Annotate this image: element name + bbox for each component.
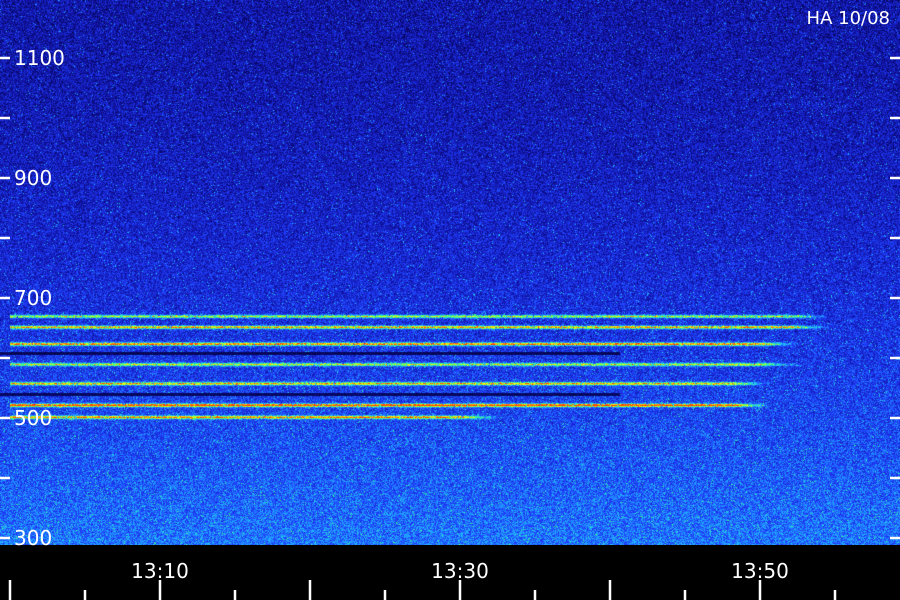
y-tick-label: 500 bbox=[14, 406, 52, 430]
spectrogram-chart: 1100 900 700 500 300 13:10 13:30 13:50 HA 10/0… bbox=[0, 0, 900, 600]
x-tick-label: 13:10 bbox=[131, 559, 189, 583]
x-axis-ticks: 13:10 13:30 13:50 bbox=[8, 559, 837, 600]
y-tick-label: 300 bbox=[14, 526, 52, 550]
y-tick-label: 1100 bbox=[14, 46, 65, 70]
x-tick-label: 13:50 bbox=[731, 559, 789, 583]
chart-title: HA 10/08 bbox=[807, 8, 890, 29]
y-axis-ticks: 1100 900 700 500 300 bbox=[0, 46, 900, 550]
x-tick-label: 13:30 bbox=[431, 559, 489, 583]
chart-axes-overlay: 1100 900 700 500 300 13:10 13:30 13:50 HA 10/0… bbox=[0, 8, 900, 600]
y-tick-label: 900 bbox=[14, 166, 52, 190]
y-tick-label: 700 bbox=[14, 286, 52, 310]
